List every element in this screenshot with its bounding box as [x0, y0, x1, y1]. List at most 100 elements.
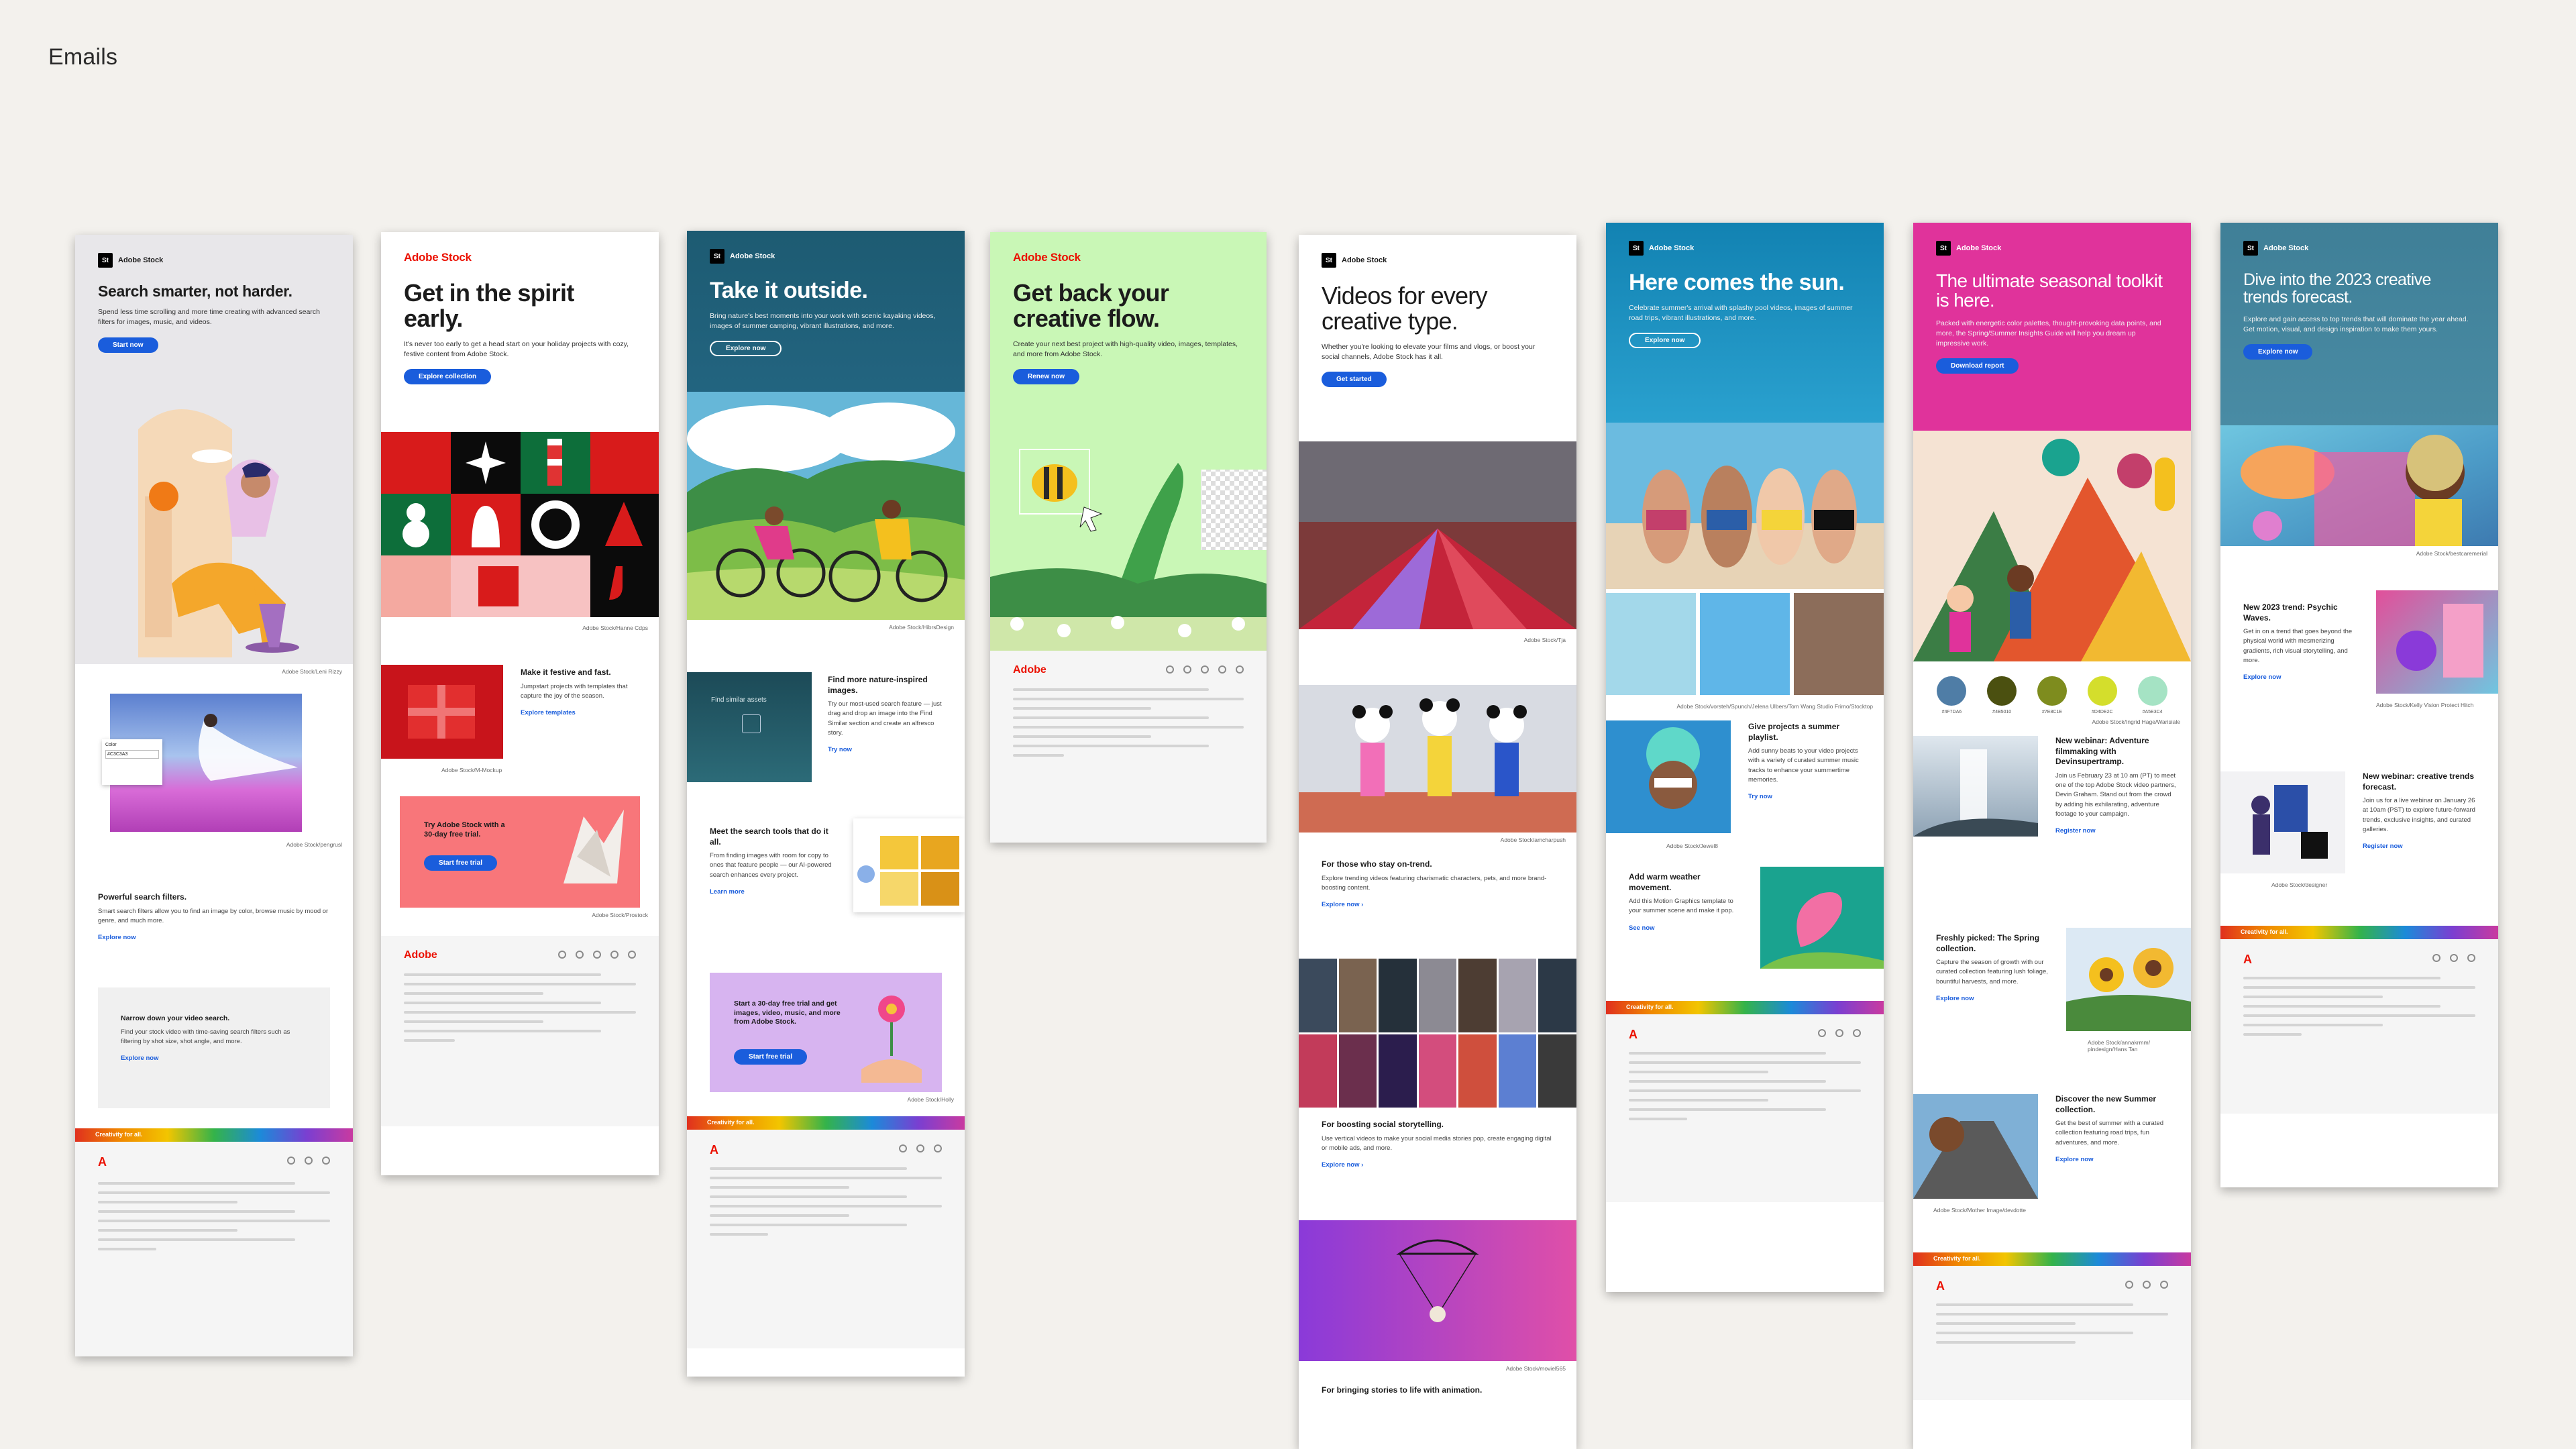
instagram-icon[interactable]	[1818, 1029, 1826, 1037]
email-subtext: It's never too early to get a head start…	[404, 339, 629, 358]
swatch: #4F7DA6	[1937, 676, 1967, 714]
learn-more-link[interactable]: Learn more	[710, 888, 837, 896]
email-footer: A	[75, 1142, 353, 1356]
image-credit: Adobe Stock/Prostock	[592, 912, 648, 918]
facebook-icon[interactable]	[558, 951, 566, 959]
photo-gift-box	[381, 665, 503, 759]
vertical-video-grid	[1299, 959, 1576, 1108]
photo-flamingo-float	[1760, 867, 1884, 969]
photo-sunflowers	[2066, 928, 2191, 1031]
email-card-seasonal-toolkit[interactable]: St Adobe Stock The ultimate seasonal tool…	[1913, 223, 2191, 1449]
instagram-icon[interactable]	[899, 1144, 907, 1152]
image-drop-icon[interactable]	[742, 714, 761, 733]
email-subtext: Whether you're looking to elevate your f…	[1322, 342, 1536, 361]
see-now-link[interactable]: See now	[1629, 924, 1743, 932]
try-now-link[interactable]: Try now	[828, 746, 942, 753]
download-report-button[interactable]: Download report	[1936, 358, 2019, 374]
explore-collection-button[interactable]: Explore collection	[404, 369, 492, 385]
flower-hand-illustration	[861, 996, 922, 1083]
email-subtext: Create your next best project with high-…	[1013, 339, 1238, 358]
youtube-icon[interactable]	[610, 951, 619, 959]
explore-now-link[interactable]: Explore now ›	[1322, 901, 1554, 908]
explore-now-link[interactable]: Explore now	[98, 934, 330, 941]
explore-now-link[interactable]: Explore now	[2055, 1156, 2169, 1163]
youtube-icon[interactable]	[322, 1157, 330, 1165]
email-card-videos-creative-type[interactable]: St Adobe Stock Videos for every creative …	[1299, 235, 1576, 1449]
adobe-stock-logo: St Adobe Stock	[98, 252, 330, 268]
instagram-icon[interactable]	[2125, 1281, 2133, 1289]
instagram-icon[interactable]	[1183, 665, 1191, 674]
social-icons	[98, 1157, 330, 1165]
youtube-icon[interactable]	[2160, 1281, 2168, 1289]
behance-icon[interactable]	[1835, 1029, 1843, 1037]
behance-icon[interactable]	[628, 951, 636, 959]
instagram-icon[interactable]	[287, 1157, 295, 1165]
facebook-icon[interactable]	[1166, 665, 1174, 674]
explore-now-link[interactable]: Explore now	[2243, 674, 2357, 681]
section-title: Powerful search filters.	[98, 892, 187, 902]
behance-icon[interactable]	[916, 1144, 924, 1152]
email-headline: Get in the spirit early.	[404, 279, 574, 332]
youtube-icon[interactable]	[934, 1144, 942, 1152]
email-card-creative-flow[interactable]: Adobe Stock Get back your creative flow.…	[990, 232, 1267, 843]
email-headline: Get back your creative flow.	[1013, 279, 1169, 332]
start-free-trial-button[interactable]: Start free trial	[424, 855, 498, 871]
image-credit: Adobe Stock/Jewel8	[1666, 843, 1719, 849]
adobe-stock-logo: St Adobe Stock	[1322, 252, 1554, 268]
youtube-icon[interactable]	[1853, 1029, 1861, 1037]
section-title: New webinar: Adventure filmmaking with D…	[2055, 736, 2149, 767]
explore-now-link[interactable]: Explore now	[121, 1055, 307, 1062]
renew-now-button[interactable]: Renew now	[1013, 369, 1080, 385]
explore-now-button[interactable]: Explore now	[710, 341, 782, 357]
email-card-search-smarter[interactable]: St Adobe Stock Search smarter, not harder…	[75, 235, 353, 1356]
cursor-icon	[857, 865, 875, 883]
section-body: Smart search filters allow you to find a…	[98, 907, 329, 924]
behance-icon[interactable]	[2143, 1281, 2151, 1289]
start-now-button[interactable]: Start now	[98, 337, 158, 353]
start-free-trial-button[interactable]: Start free trial	[734, 1049, 808, 1065]
youtube-icon[interactable]	[2467, 954, 2475, 962]
swatch: #4B5010	[1987, 676, 2017, 714]
email-card-take-it-outside[interactable]: St Adobe Stock Take it outside. Bring nat…	[687, 231, 965, 1377]
explore-now-button[interactable]: Explore now	[1629, 333, 1701, 349]
behance-icon[interactable]	[2450, 954, 2458, 962]
instagram-icon[interactable]	[576, 951, 584, 959]
explore-now-link[interactable]: Explore now ›	[1322, 1161, 1554, 1169]
section-title: Give projects a summer playlist.	[1748, 722, 1840, 742]
email-card-here-comes-the-sun[interactable]: St Adobe Stock Here comes the sun. Celebr…	[1606, 223, 1884, 1292]
email-card-creative-trends[interactable]: St Adobe Stock Dive into the 2023 creativ…	[2220, 223, 2498, 1187]
explore-now-button[interactable]: Explore now	[2243, 343, 2313, 360]
color-filter-popup[interactable]: Color #C3C3A3	[102, 739, 162, 785]
email-card-holiday-spirit[interactable]: Adobe Stock Get in the spirit early. It'…	[381, 232, 659, 1175]
social-icons	[710, 1144, 942, 1152]
image-credit: Adobe Stock/Leni Rizzy	[282, 668, 342, 675]
stock-icon: St	[1936, 241, 1951, 256]
youtube-icon[interactable]	[1218, 665, 1226, 674]
x-icon[interactable]	[593, 951, 601, 959]
color-palette: #4F7DA6 #4B5010 #7E8C1E #D4DE2C #A5E3C4	[1913, 661, 2191, 714]
swatch: #D4DE2C	[2087, 676, 2117, 714]
section-body: Join us for a live webinar on January 26…	[2363, 797, 2475, 833]
try-now-link[interactable]: Try now	[1748, 793, 1862, 800]
email-footer: A	[687, 1130, 965, 1348]
section-title: Add warm weather movement.	[1629, 872, 1701, 892]
instagram-icon[interactable]	[2432, 954, 2440, 962]
page-title: Emails	[48, 44, 118, 70]
register-now-link[interactable]: Register now	[2363, 843, 2477, 850]
image-credit: Adobe Stock/Kelly Vision Protect Hitch	[2376, 702, 2474, 708]
section-body: Join us February 23 at 10 am (PT) to mee…	[2055, 771, 2176, 818]
section-title: Discover the new Summer collection.	[2055, 1094, 2157, 1114]
explore-templates-link[interactable]: Explore templates	[521, 709, 641, 716]
section-title: Narrow down your video search.	[121, 1014, 230, 1022]
free-trial-promo: Try Adobe Stock with a 30-day free trial…	[400, 796, 640, 908]
explore-now-link[interactable]: Explore now	[1936, 995, 2050, 1002]
x-icon[interactable]	[1201, 665, 1209, 674]
image-credit: Adobe Stock/amcharpush	[1500, 837, 1566, 843]
color-hex-field[interactable]: #C3C3A3	[105, 750, 159, 759]
behance-icon[interactable]	[1236, 665, 1244, 674]
section-body: Capture the season of growth with our cu…	[1936, 959, 2048, 985]
behance-icon[interactable]	[305, 1157, 313, 1165]
adobe-stock-logo: St Adobe Stock	[710, 248, 942, 264]
get-started-button[interactable]: Get started	[1322, 372, 1387, 388]
register-now-link[interactable]: Register now	[2055, 827, 2176, 835]
